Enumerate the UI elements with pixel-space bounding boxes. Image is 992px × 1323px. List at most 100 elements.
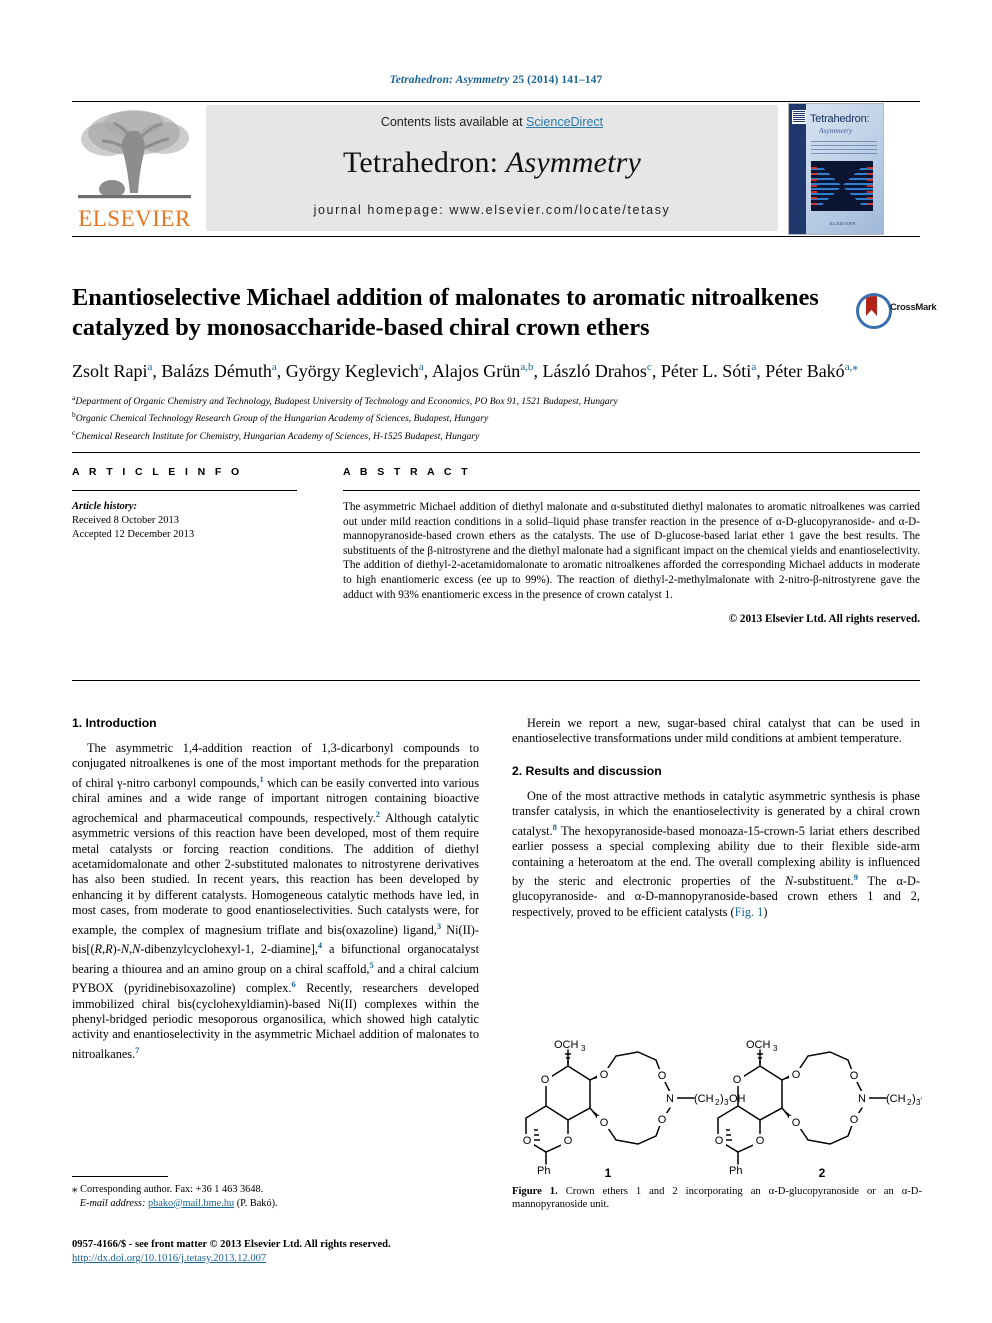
abstract-column: A B S T R A C T The asymmetric Michael a… xyxy=(343,466,920,625)
article-history-label: Article history: xyxy=(72,501,138,512)
svg-text:O: O xyxy=(600,1117,609,1129)
svg-text:O: O xyxy=(658,1070,667,1082)
svg-text:O: O xyxy=(658,1114,667,1126)
citation-ref[interactable]: 5 xyxy=(369,960,373,970)
journal-title-sub: Asymmetry xyxy=(505,146,642,179)
abstract-copyright: © 2013 Elsevier Ltd. All rights reserved… xyxy=(728,613,920,626)
citation-ref[interactable]: 9 xyxy=(854,872,858,882)
author-name: Péter Bakó xyxy=(765,361,845,381)
svg-text:N: N xyxy=(858,1093,866,1105)
citation-ref[interactable]: 4 xyxy=(318,940,322,950)
author-affiliation-mark: a,⁎ xyxy=(844,361,858,373)
author-name: Alajos Grün xyxy=(431,361,521,381)
info-bottom-rule xyxy=(72,680,920,681)
journal-title-main: Tetrahedron: xyxy=(342,146,506,179)
elsevier-tree-svg xyxy=(78,110,191,199)
citation-ref[interactable]: 8 xyxy=(553,822,557,832)
sciencedirect-link[interactable]: ScienceDirect xyxy=(526,115,603,129)
heading-introduction: 1. Introduction xyxy=(72,716,157,730)
svg-text:OH: OH xyxy=(921,1093,922,1105)
crossmark-badge[interactable]: CrossMark xyxy=(856,293,940,329)
article-received: Received 8 October 2013 xyxy=(72,515,180,526)
author-name: László Drahos xyxy=(542,361,647,381)
svg-text:OCH: OCH xyxy=(746,1039,771,1051)
citation-ref[interactable]: 2 xyxy=(376,809,380,819)
svg-text:OCH: OCH xyxy=(554,1039,579,1051)
citation-ref[interactable]: 3 xyxy=(437,921,441,931)
author-name: Balázs Démuth xyxy=(161,361,272,381)
figure-1-structures: O O O O O O O N OCH 3 Ph (CH 2) 3 OH 1 O… xyxy=(512,1022,938,1182)
svg-text:3: 3 xyxy=(773,1044,778,1053)
cover-subtitle: Asymmetry xyxy=(819,126,853,135)
masthead-banner: Contents lists available at ScienceDirec… xyxy=(206,105,778,231)
footnote-email-link[interactable]: pbako@mail.bme.hu xyxy=(148,1198,234,1209)
affiliation-mark: c xyxy=(72,427,76,437)
crossmark-label: CrossMark xyxy=(890,302,937,313)
paper-page: Tetrahedron: Asymmetry 25 (2014) 141–147 xyxy=(0,0,992,1323)
journal-homepage[interactable]: journal homepage: www.elsevier.com/locat… xyxy=(206,203,778,217)
running-head-citation: 25 (2014) 141–147 xyxy=(509,74,603,86)
running-head: Tetrahedron: Asymmetry 25 (2014) 141–147 xyxy=(0,74,992,86)
svg-text:Ph: Ph xyxy=(537,1165,550,1177)
author-affiliation-mark: a xyxy=(147,361,153,373)
author-affiliation-mark: c xyxy=(646,361,652,373)
affiliation-item: cChemical Research Institute for Chemist… xyxy=(72,427,480,442)
citation-ref[interactable]: 6 xyxy=(291,979,295,989)
body-column-left: 1. Introduction The asymmetric 1,4-addit… xyxy=(72,716,479,1062)
cover-title: Tetrahedron: xyxy=(810,113,870,125)
elsevier-wordmark: ELSEVIER xyxy=(78,206,191,231)
citation-ref[interactable]: 7 xyxy=(135,1045,139,1055)
cover-blurb-lines xyxy=(811,138,877,154)
paragraph-herein: Herein we report a new, sugar-based chir… xyxy=(512,716,920,746)
svg-text:O: O xyxy=(850,1070,859,1082)
footnote-corresponding: Corresponding author. Fax: +36 1 463 364… xyxy=(77,1184,264,1195)
issn-line: 0957-4166/$ - see front matter © 2013 El… xyxy=(72,1239,391,1250)
article-info-heading: A R T I C L E I N F O xyxy=(72,466,243,478)
cover-footer: ELSEVIER xyxy=(829,221,856,226)
footnote-email-owner: (P. Bakó). xyxy=(234,1197,278,1209)
author-name: György Keglevich xyxy=(285,361,419,381)
svg-text:O: O xyxy=(792,1117,801,1129)
article-accepted: Accepted 12 December 2013 xyxy=(72,529,195,540)
article-info-column: A R T I C L E I N F O Article history: R… xyxy=(72,466,297,542)
svg-text:O: O xyxy=(792,1069,801,1081)
doi-link[interactable]: http://dx.doi.org/10.1016/j.tetasy.2013.… xyxy=(72,1253,266,1264)
author-name: Zsolt Rapi xyxy=(72,361,148,381)
svg-text:Ph: Ph xyxy=(729,1165,742,1177)
affiliation-item: aDepartment of Organic Chemistry and Tec… xyxy=(72,393,618,408)
svg-text:(CH: (CH xyxy=(886,1093,906,1105)
svg-text:O: O xyxy=(564,1135,573,1147)
structure-1-number: 1 xyxy=(605,1166,612,1180)
author-list: Zsolt Rapia, Balázs Démutha, György Kegl… xyxy=(72,361,858,381)
author-affiliation-mark: a xyxy=(418,361,424,373)
figure-1-caption: Figure 1. Crown ethers 1 and 2 incorpora… xyxy=(512,1185,922,1212)
figure-caption-label: Figure 1. xyxy=(512,1186,558,1197)
svg-text:O: O xyxy=(850,1114,859,1126)
journal-masthead: ELSEVIER Contents lists available at Sci… xyxy=(72,103,920,235)
svg-text:3: 3 xyxy=(581,1044,586,1053)
author-affiliation-mark: a xyxy=(751,361,757,373)
corresponding-author-footnote: ⁎ Corresponding author. Fax: +36 1 463 3… xyxy=(72,1183,472,1210)
author-affiliation-mark: a xyxy=(271,361,277,373)
cover-qr-icon xyxy=(792,110,806,124)
author-name: Péter L. Sóti xyxy=(660,361,752,381)
contents-label: Contents lists available at xyxy=(380,115,527,129)
figure-link[interactable]: Fig. 1 xyxy=(735,905,764,919)
affiliation-item: bOrganic Chemical Technology Research Gr… xyxy=(72,410,489,425)
svg-text:O: O xyxy=(523,1135,532,1147)
paragraph-introduction: The asymmetric 1,4-addition reaction of … xyxy=(72,741,480,1061)
footnote-rule xyxy=(72,1176,168,1177)
heading-results: 2. Results and discussion xyxy=(512,763,662,778)
running-head-journal: Tetrahedron: Asymmetry xyxy=(389,74,510,86)
citation-ref[interactable]: 1 xyxy=(260,774,264,784)
svg-text:N: N xyxy=(666,1093,674,1105)
article-info-rule xyxy=(72,490,297,491)
elsevier-tree-icon xyxy=(72,105,197,205)
svg-text:O: O xyxy=(756,1135,765,1147)
abstract-heading: A B S T R A C T xyxy=(343,466,471,478)
contents-line: Contents lists available at ScienceDirec… xyxy=(206,115,778,129)
elsevier-logo: ELSEVIER xyxy=(72,105,197,231)
issn-copyright-block: 0957-4166/$ - see front matter © 2013 El… xyxy=(72,1238,502,1266)
svg-text:O: O xyxy=(733,1074,742,1086)
